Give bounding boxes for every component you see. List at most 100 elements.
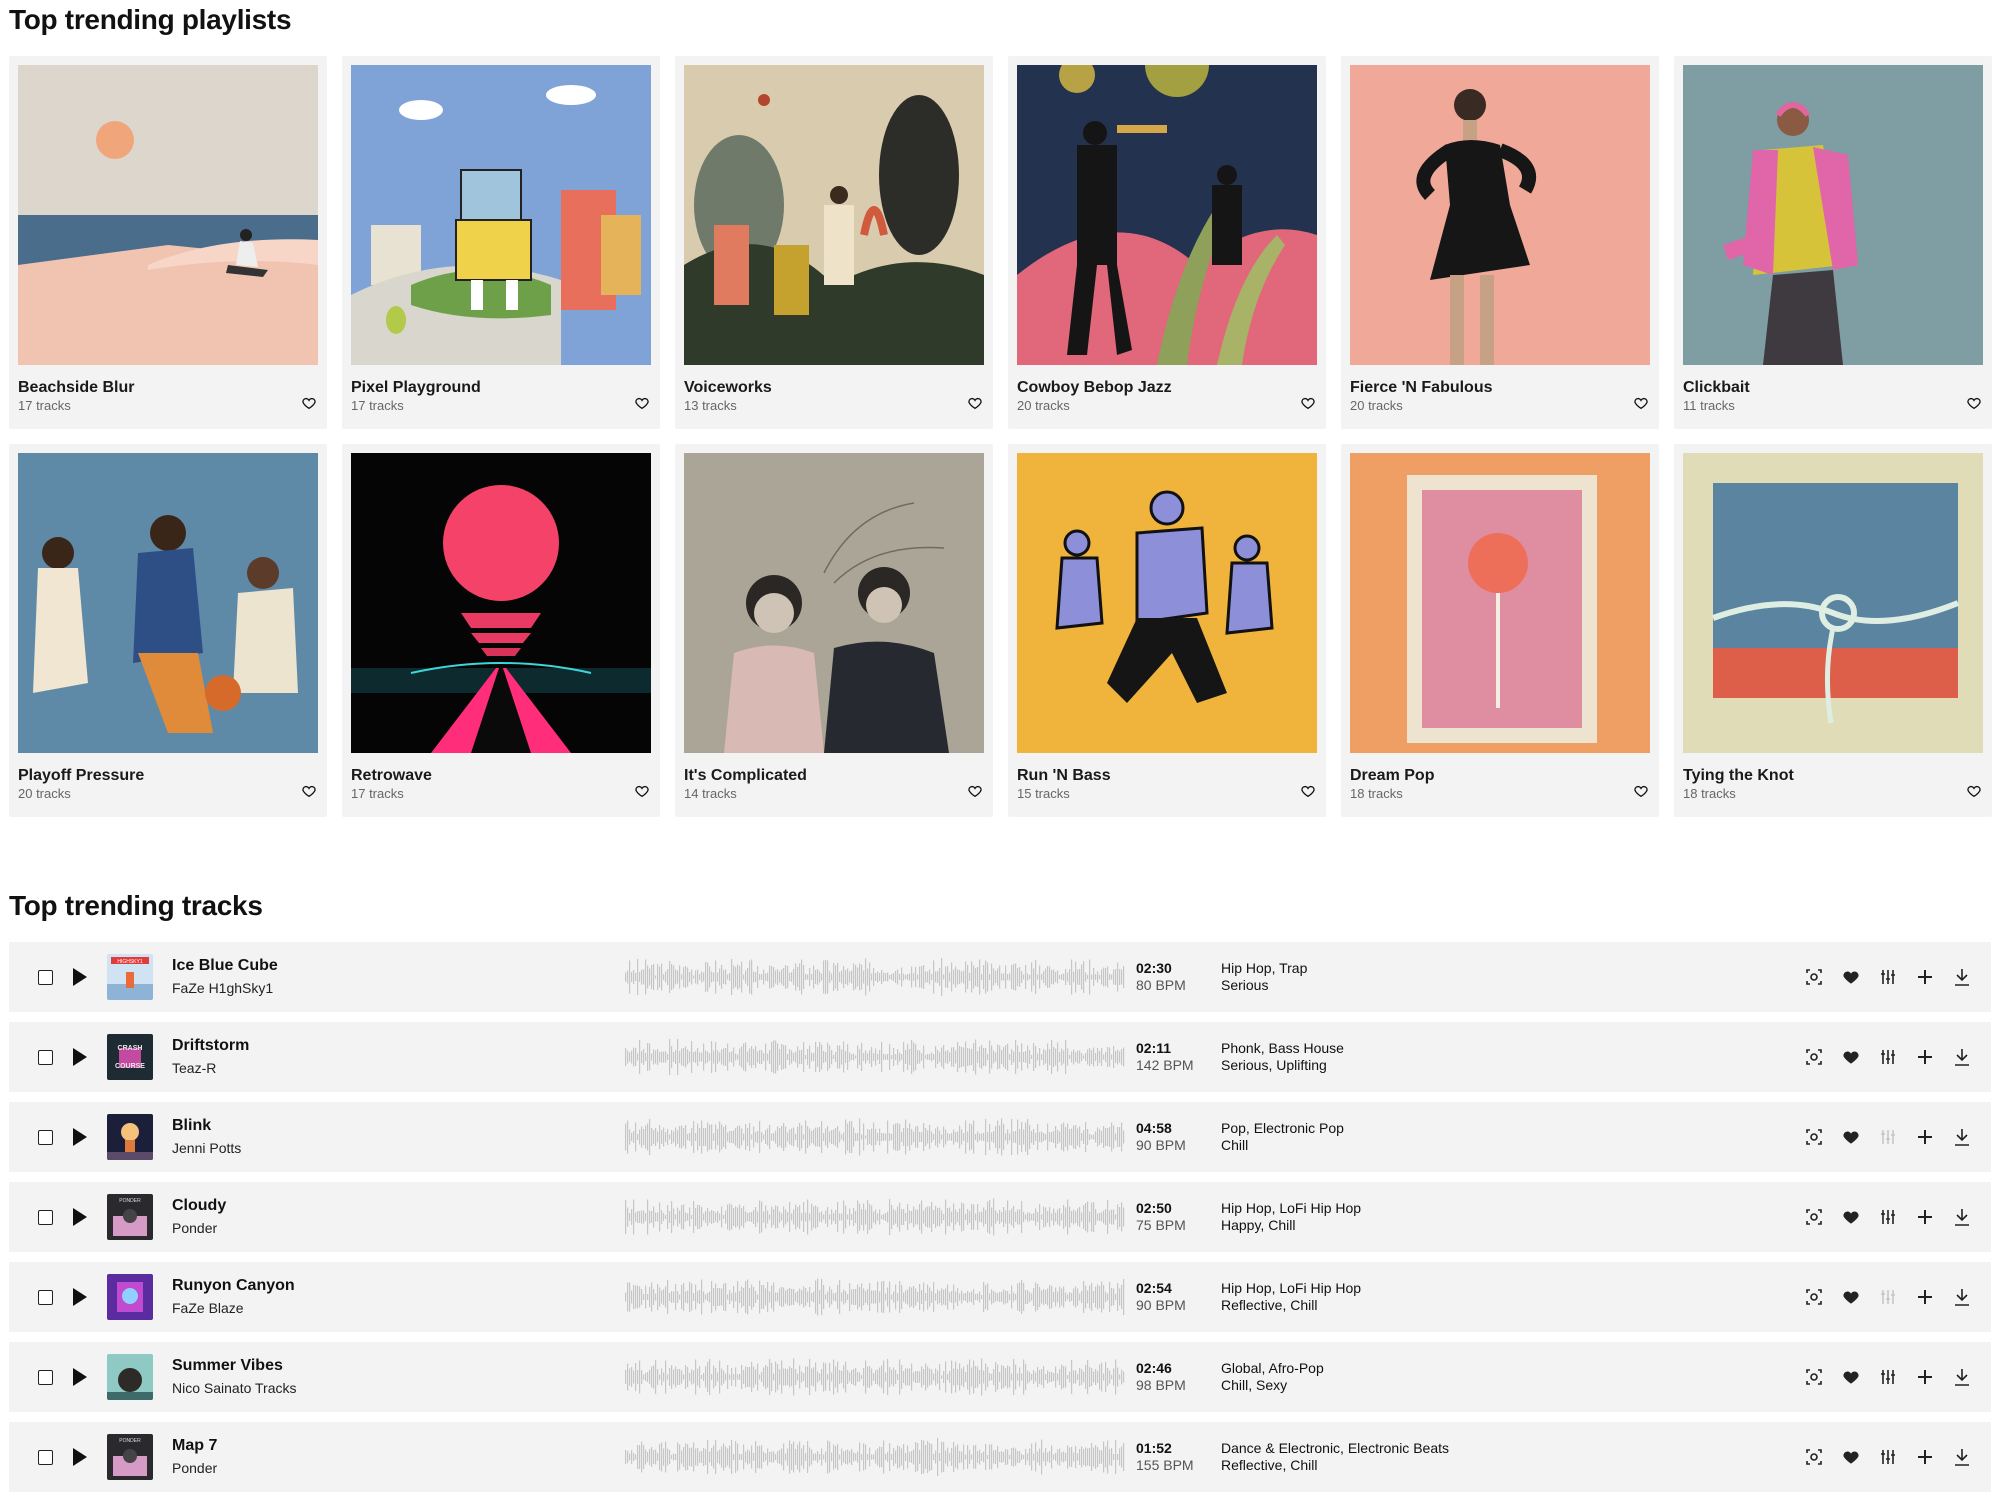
track-title[interactable]: Blink xyxy=(172,1117,211,1135)
track-row[interactable]: CRASH COURSE Driftstorm Teaz-R 02:11 142… xyxy=(9,1022,1991,1092)
similar-search-icon[interactable] xyxy=(1804,1047,1824,1067)
download-icon[interactable] xyxy=(1952,1127,1972,1147)
playlist-title[interactable]: Clickbait xyxy=(1683,379,1750,397)
track-artwork[interactable]: PONDER xyxy=(107,1434,153,1480)
waveform[interactable] xyxy=(625,1354,1125,1400)
waveform[interactable] xyxy=(625,1034,1125,1080)
track-row[interactable]: PONDER Map 7 Ponder 01:52 155 BPM Dance … xyxy=(9,1422,1991,1492)
track-artist[interactable]: Ponder xyxy=(172,1220,217,1236)
playlist-card[interactable]: Retrowave 17 tracks xyxy=(342,444,660,817)
playlist-cover[interactable] xyxy=(1683,453,1983,753)
track-artist[interactable]: Jenni Potts xyxy=(172,1140,241,1156)
similar-search-icon[interactable] xyxy=(1804,1207,1824,1227)
similar-search-icon[interactable] xyxy=(1804,967,1824,987)
heart-icon[interactable] xyxy=(967,395,983,411)
heart-icon[interactable] xyxy=(1841,1047,1861,1067)
playlist-cover[interactable] xyxy=(351,65,651,365)
heart-icon[interactable] xyxy=(1841,1127,1861,1147)
track-genres[interactable]: Pop, Electronic Pop xyxy=(1221,1120,1344,1136)
playlist-card[interactable]: Cowboy Bebop Jazz 20 tracks xyxy=(1008,56,1326,429)
heart-icon[interactable] xyxy=(1841,967,1861,987)
track-artwork[interactable] xyxy=(107,1114,153,1160)
waveform[interactable] xyxy=(625,1274,1125,1320)
download-icon[interactable] xyxy=(1952,1367,1972,1387)
track-select-checkbox[interactable] xyxy=(38,1370,53,1385)
play-icon[interactable] xyxy=(72,1367,88,1387)
track-artist[interactable]: FaZe Blaze xyxy=(172,1300,244,1316)
track-genres[interactable]: Hip Hop, Trap xyxy=(1221,960,1307,976)
heart-icon[interactable] xyxy=(1841,1367,1861,1387)
track-row[interactable]: Blink Jenni Potts 04:58 90 BPM Pop, Elec… xyxy=(9,1102,1991,1172)
play-icon[interactable] xyxy=(72,1207,88,1227)
track-artwork[interactable]: HIGHSKY1 xyxy=(107,954,153,1000)
stems-icon[interactable] xyxy=(1878,1127,1898,1147)
track-genres[interactable]: Phonk, Bass House xyxy=(1221,1040,1344,1056)
waveform[interactable] xyxy=(625,954,1125,1000)
playlist-cover[interactable] xyxy=(1683,65,1983,365)
playlist-cover[interactable] xyxy=(1017,453,1317,753)
stems-icon[interactable] xyxy=(1878,1047,1898,1067)
download-icon[interactable] xyxy=(1952,1207,1972,1227)
playlist-card[interactable]: Beachside Blur 17 tracks xyxy=(9,56,327,429)
track-moods[interactable]: Reflective, Chill xyxy=(1221,1297,1317,1313)
track-title[interactable]: Ice Blue Cube xyxy=(172,957,278,975)
playlist-title[interactable]: Pixel Playground xyxy=(351,379,481,397)
play-icon[interactable] xyxy=(72,967,88,987)
track-select-checkbox[interactable] xyxy=(38,1130,53,1145)
playlist-card[interactable]: Tying the Knot 18 tracks xyxy=(1674,444,1992,817)
track-genres[interactable]: Hip Hop, LoFi Hip Hop xyxy=(1221,1280,1361,1296)
playlist-cover[interactable] xyxy=(18,65,318,365)
playlist-card[interactable]: Pixel Playground 17 tracks xyxy=(342,56,660,429)
track-moods[interactable]: Chill, Sexy xyxy=(1221,1377,1287,1393)
playlist-title[interactable]: It's Complicated xyxy=(684,767,807,785)
track-select-checkbox[interactable] xyxy=(38,1210,53,1225)
playlist-title[interactable]: Fierce 'N Fabulous xyxy=(1350,379,1493,397)
heart-icon[interactable] xyxy=(634,395,650,411)
download-icon[interactable] xyxy=(1952,1047,1972,1067)
download-icon[interactable] xyxy=(1952,967,1972,987)
waveform[interactable] xyxy=(625,1434,1125,1480)
playlist-cover[interactable] xyxy=(1350,453,1650,753)
playlist-title[interactable]: Playoff Pressure xyxy=(18,767,144,785)
stems-icon[interactable] xyxy=(1878,1207,1898,1227)
track-row[interactable]: Summer Vibes Nico Sainato Tracks 02:46 9… xyxy=(9,1342,1991,1412)
track-title[interactable]: Runyon Canyon xyxy=(172,1277,295,1295)
playlist-cover[interactable] xyxy=(684,453,984,753)
heart-icon[interactable] xyxy=(301,783,317,799)
add-icon[interactable] xyxy=(1915,1127,1935,1147)
add-icon[interactable] xyxy=(1915,1047,1935,1067)
track-select-checkbox[interactable] xyxy=(38,1450,53,1465)
track-select-checkbox[interactable] xyxy=(38,1290,53,1305)
track-title[interactable]: Map 7 xyxy=(172,1437,217,1455)
similar-search-icon[interactable] xyxy=(1804,1287,1824,1307)
playlist-title[interactable]: Run 'N Bass xyxy=(1017,767,1111,785)
playlist-card[interactable]: It's Complicated 14 tracks xyxy=(675,444,993,817)
track-artist[interactable]: Teaz-R xyxy=(172,1060,216,1076)
stems-icon[interactable] xyxy=(1878,1447,1898,1467)
download-icon[interactable] xyxy=(1952,1447,1972,1467)
add-icon[interactable] xyxy=(1915,1207,1935,1227)
track-artist[interactable]: Ponder xyxy=(172,1460,217,1476)
track-title[interactable]: Cloudy xyxy=(172,1197,226,1215)
track-artist[interactable]: Nico Sainato Tracks xyxy=(172,1380,297,1396)
track-select-checkbox[interactable] xyxy=(38,970,53,985)
heart-icon[interactable] xyxy=(1841,1207,1861,1227)
track-artwork[interactable]: CRASH COURSE xyxy=(107,1034,153,1080)
heart-icon[interactable] xyxy=(1841,1287,1861,1307)
heart-icon[interactable] xyxy=(634,783,650,799)
playlist-card[interactable]: Fierce 'N Fabulous 20 tracks xyxy=(1341,56,1659,429)
play-icon[interactable] xyxy=(72,1047,88,1067)
download-icon[interactable] xyxy=(1952,1287,1972,1307)
playlist-cover[interactable] xyxy=(1350,65,1650,365)
playlist-title[interactable]: Tying the Knot xyxy=(1683,767,1794,785)
heart-icon[interactable] xyxy=(967,783,983,799)
track-genres[interactable]: Hip Hop, LoFi Hip Hop xyxy=(1221,1200,1361,1216)
heart-icon[interactable] xyxy=(1633,783,1649,799)
playlist-title[interactable]: Dream Pop xyxy=(1350,767,1434,785)
track-artwork[interactable] xyxy=(107,1274,153,1320)
add-icon[interactable] xyxy=(1915,1367,1935,1387)
heart-icon[interactable] xyxy=(1966,783,1982,799)
heart-icon[interactable] xyxy=(1841,1447,1861,1467)
playlist-title[interactable]: Cowboy Bebop Jazz xyxy=(1017,379,1172,397)
track-moods[interactable]: Chill xyxy=(1221,1137,1248,1153)
